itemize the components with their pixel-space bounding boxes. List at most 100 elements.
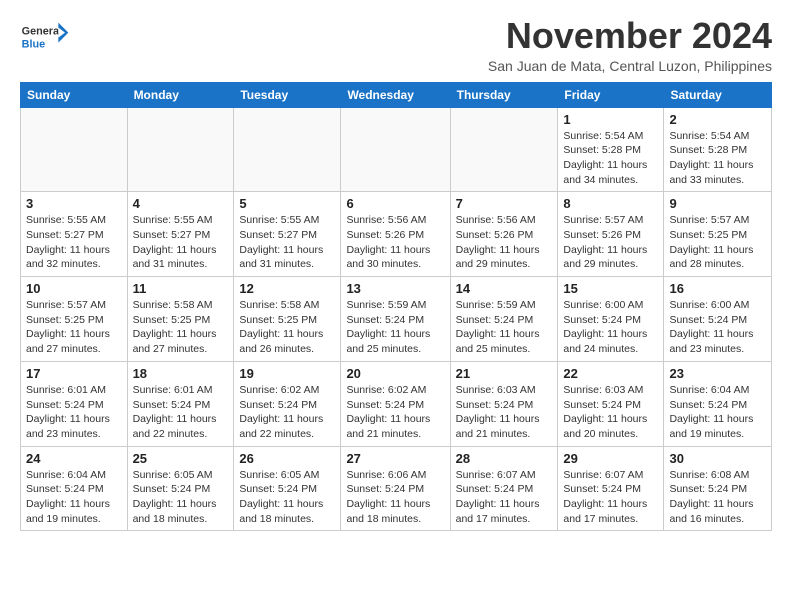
calendar-cell: 10Sunrise: 5:57 AMSunset: 5:25 PMDayligh… xyxy=(21,277,128,362)
calendar-cell: 3 Sunrise: 5:55 AMSunset: 5:27 PMDaylight… xyxy=(21,192,128,277)
calendar-week-3: 10Sunrise: 5:57 AMSunset: 5:25 PMDayligh… xyxy=(21,277,772,362)
day-info: Sunrise: 6:01 AMSunset: 5:24 PMDaylight:… xyxy=(133,383,229,442)
calendar-cell: 15Sunrise: 6:00 AMSunset: 5:24 PMDayligh… xyxy=(558,277,664,362)
day-number: 25 xyxy=(133,451,229,466)
calendar-cell: 14 Sunrise: 5:59 AMSunset: 5:24 PMDayligh… xyxy=(450,277,558,362)
day-number: 19 xyxy=(239,366,335,381)
calendar-cell: 1 Sunrise: 5:54 AMSunset: 5:28 PMDaylight… xyxy=(558,107,664,192)
month-title: November 2024 xyxy=(488,16,772,56)
day-info: Sunrise: 6:08 AMSunset: 5:24 PMDaylight:… xyxy=(669,468,766,527)
weekday-header-sunday: Sunday xyxy=(21,82,128,107)
day-info: Sunrise: 5:54 AMSunset: 5:28 PMDaylight:… xyxy=(669,129,766,188)
day-info: Sunrise: 6:05 AMSunset: 5:24 PMDaylight:… xyxy=(239,468,335,527)
location-subtitle: San Juan de Mata, Central Luzon, Philipp… xyxy=(488,58,772,74)
day-info: Sunrise: 5:56 AMSunset: 5:26 PMDaylight:… xyxy=(456,213,553,272)
weekday-header-thursday: Thursday xyxy=(450,82,558,107)
calendar-cell: 23 Sunrise: 6:04 AMSunset: 5:24 PMDayligh… xyxy=(664,361,772,446)
weekday-header-row: SundayMondayTuesdayWednesdayThursdayFrid… xyxy=(21,82,772,107)
calendar-week-5: 24 Sunrise: 6:04 AMSunset: 5:24 PMDayligh… xyxy=(21,446,772,531)
day-number: 5 xyxy=(239,196,335,211)
calendar-cell xyxy=(21,107,128,192)
day-info: Sunrise: 5:57 AMSunset: 5:25 PMDaylight:… xyxy=(669,213,766,272)
day-number: 30 xyxy=(669,451,766,466)
day-number: 13 xyxy=(346,281,444,296)
day-info: Sunrise: 6:04 AMSunset: 5:24 PMDaylight:… xyxy=(26,468,122,527)
day-number: 14 xyxy=(456,281,553,296)
day-number: 9 xyxy=(669,196,766,211)
page-header: General Blue November 2024 San Juan de M… xyxy=(20,16,772,74)
day-number: 3 xyxy=(26,196,122,211)
calendar-cell: 16 Sunrise: 6:00 AMSunset: 5:24 PMDayligh… xyxy=(664,277,772,362)
day-info: Sunrise: 6:03 AMSunset: 5:24 PMDaylight:… xyxy=(456,383,553,442)
weekday-header-tuesday: Tuesday xyxy=(234,82,341,107)
day-info: Sunrise: 5:58 AMSunset: 5:25 PMDaylight:… xyxy=(239,298,335,357)
calendar-table: SundayMondayTuesdayWednesdayThursdayFrid… xyxy=(20,82,772,532)
day-number: 29 xyxy=(563,451,658,466)
calendar-cell: 5 Sunrise: 5:55 AMSunset: 5:27 PMDaylight… xyxy=(234,192,341,277)
svg-text:Blue: Blue xyxy=(22,39,45,51)
day-info: Sunrise: 5:59 AMSunset: 5:24 PMDaylight:… xyxy=(456,298,553,357)
calendar-cell: 6Sunrise: 5:56 AMSunset: 5:26 PMDaylight… xyxy=(341,192,450,277)
day-number: 17 xyxy=(26,366,122,381)
day-info: Sunrise: 5:54 AMSunset: 5:28 PMDaylight:… xyxy=(563,129,658,188)
day-number: 18 xyxy=(133,366,229,381)
day-number: 20 xyxy=(346,366,444,381)
calendar-cell: 21 Sunrise: 6:03 AMSunset: 5:24 PMDayligh… xyxy=(450,361,558,446)
calendar-cell: 9 Sunrise: 5:57 AMSunset: 5:25 PMDaylight… xyxy=(664,192,772,277)
calendar-cell: 20 Sunrise: 6:02 AMSunset: 5:24 PMDayligh… xyxy=(341,361,450,446)
day-number: 8 xyxy=(563,196,658,211)
day-number: 24 xyxy=(26,451,122,466)
day-info: Sunrise: 5:55 AMSunset: 5:27 PMDaylight:… xyxy=(133,213,229,272)
calendar-cell xyxy=(450,107,558,192)
day-info: Sunrise: 5:55 AMSunset: 5:27 PMDaylight:… xyxy=(26,213,122,272)
day-info: Sunrise: 6:07 AMSunset: 5:24 PMDaylight:… xyxy=(563,468,658,527)
day-info: Sunrise: 6:07 AMSunset: 5:24 PMDaylight:… xyxy=(456,468,553,527)
calendar-cell: 2 Sunrise: 5:54 AMSunset: 5:28 PMDaylight… xyxy=(664,107,772,192)
day-info: Sunrise: 6:06 AMSunset: 5:24 PMDaylight:… xyxy=(346,468,444,527)
day-number: 27 xyxy=(346,451,444,466)
day-info: Sunrise: 6:00 AMSunset: 5:24 PMDaylight:… xyxy=(669,298,766,357)
calendar-cell: 30 Sunrise: 6:08 AMSunset: 5:24 PMDayligh… xyxy=(664,446,772,531)
day-number: 12 xyxy=(239,281,335,296)
day-number: 7 xyxy=(456,196,553,211)
calendar-cell: 19 Sunrise: 6:02 AMSunset: 5:24 PMDayligh… xyxy=(234,361,341,446)
day-info: Sunrise: 6:05 AMSunset: 5:24 PMDaylight:… xyxy=(133,468,229,527)
day-info: Sunrise: 5:58 AMSunset: 5:25 PMDaylight:… xyxy=(133,298,229,357)
day-info: Sunrise: 6:00 AMSunset: 5:24 PMDaylight:… xyxy=(563,298,658,357)
day-number: 10 xyxy=(26,281,122,296)
calendar-cell: 18 Sunrise: 6:01 AMSunset: 5:24 PMDayligh… xyxy=(127,361,234,446)
calendar-week-4: 17 Sunrise: 6:01 AMSunset: 5:24 PMDayligh… xyxy=(21,361,772,446)
day-number: 22 xyxy=(563,366,658,381)
day-info: Sunrise: 6:04 AMSunset: 5:24 PMDaylight:… xyxy=(669,383,766,442)
day-number: 23 xyxy=(669,366,766,381)
day-number: 4 xyxy=(133,196,229,211)
calendar-cell xyxy=(234,107,341,192)
calendar-cell: 11 Sunrise: 5:58 AMSunset: 5:25 PMDayligh… xyxy=(127,277,234,362)
day-info: Sunrise: 5:55 AMSunset: 5:27 PMDaylight:… xyxy=(239,213,335,272)
svg-text:General: General xyxy=(22,25,62,37)
day-number: 16 xyxy=(669,281,766,296)
day-info: Sunrise: 5:59 AMSunset: 5:24 PMDaylight:… xyxy=(346,298,444,357)
day-info: Sunrise: 5:56 AMSunset: 5:26 PMDaylight:… xyxy=(346,213,444,272)
day-number: 21 xyxy=(456,366,553,381)
day-number: 1 xyxy=(563,112,658,127)
logo: General Blue xyxy=(20,16,70,56)
day-info: Sunrise: 6:02 AMSunset: 5:24 PMDaylight:… xyxy=(346,383,444,442)
calendar-cell: 29 Sunrise: 6:07 AMSunset: 5:24 PMDayligh… xyxy=(558,446,664,531)
calendar-cell: 25 Sunrise: 6:05 AMSunset: 5:24 PMDayligh… xyxy=(127,446,234,531)
calendar-cell: 27 Sunrise: 6:06 AMSunset: 5:24 PMDayligh… xyxy=(341,446,450,531)
day-info: Sunrise: 6:02 AMSunset: 5:24 PMDaylight:… xyxy=(239,383,335,442)
logo-svg: General Blue xyxy=(20,16,70,56)
calendar-cell xyxy=(341,107,450,192)
calendar-cell: 7 Sunrise: 5:56 AMSunset: 5:26 PMDaylight… xyxy=(450,192,558,277)
calendar-week-1: 1 Sunrise: 5:54 AMSunset: 5:28 PMDaylight… xyxy=(21,107,772,192)
day-number: 28 xyxy=(456,451,553,466)
calendar-cell xyxy=(127,107,234,192)
calendar-cell: 28 Sunrise: 6:07 AMSunset: 5:24 PMDayligh… xyxy=(450,446,558,531)
calendar-cell: 8Sunrise: 5:57 AMSunset: 5:26 PMDaylight… xyxy=(558,192,664,277)
day-number: 2 xyxy=(669,112,766,127)
day-number: 11 xyxy=(133,281,229,296)
title-area: November 2024 San Juan de Mata, Central … xyxy=(488,16,772,74)
calendar-cell: 12 Sunrise: 5:58 AMSunset: 5:25 PMDayligh… xyxy=(234,277,341,362)
day-info: Sunrise: 6:01 AMSunset: 5:24 PMDaylight:… xyxy=(26,383,122,442)
